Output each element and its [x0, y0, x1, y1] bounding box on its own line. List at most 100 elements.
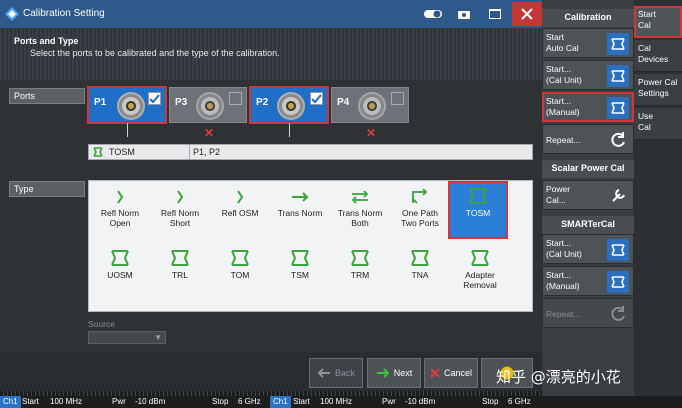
cal-type-refl-norm-open[interactable]: Refl Norm Open — [92, 185, 148, 239]
source-label: Source — [88, 319, 115, 329]
tsm-icon — [291, 250, 309, 266]
port-checkbox[interactable] — [148, 92, 161, 105]
watermark: 知乎 @漂亮的小花 — [496, 368, 621, 386]
port-label: P1 — [94, 97, 107, 108]
tosm-icon — [469, 188, 487, 204]
adapter-removal-icon — [471, 250, 489, 266]
refresh-icon — [607, 129, 629, 151]
selected-cal-summary: TOSM P1, P2 — [88, 144, 533, 160]
page-subtitle: Select the ports to be calibrated and th… — [30, 48, 280, 58]
chevron-down-icon: ▼ — [154, 333, 162, 342]
smarter-start-cal-unit-button[interactable]: Start... (Cal Unit) — [542, 234, 634, 264]
power-level: -10 dBm — [135, 397, 166, 406]
type-label: Type — [9, 181, 85, 197]
connector-icon — [117, 92, 145, 120]
power-cal-button[interactable]: Power Cal... — [542, 180, 634, 210]
tosm-icon — [93, 147, 103, 157]
checkmark-icon — [311, 94, 322, 104]
connector-icon — [277, 92, 305, 120]
port-p1[interactable]: P1 — [87, 86, 167, 124]
cal-unit-icon — [607, 65, 629, 87]
cal-type-uosm[interactable]: UOSM — [92, 245, 148, 299]
port-cable — [127, 123, 128, 137]
cancel-button[interactable]: Cancel — [424, 358, 478, 388]
smarter-repeat-button[interactable]: Repeat... — [542, 298, 634, 328]
wrench-icon — [607, 185, 629, 207]
window-title: Calibration Setting — [23, 8, 105, 19]
cal-type-refl-norm-short[interactable]: Refl Norm Short — [152, 185, 208, 239]
cal-type-tosm[interactable]: TOSM — [448, 181, 508, 239]
ports-label: Ports — [9, 88, 85, 104]
port-label: P2 — [256, 97, 269, 108]
source-select[interactable]: ▼ — [88, 331, 166, 344]
cal-type-trans-norm-both[interactable]: Trans Norm Both — [332, 185, 388, 239]
cal-type-trans-norm[interactable]: Trans Norm — [272, 185, 328, 239]
scalar-power-cal-header: Scalar Power Cal — [542, 160, 634, 178]
cal-type-one-path-two-ports[interactable]: One Path Two Ports — [392, 185, 448, 239]
port-checkbox[interactable] — [229, 92, 242, 105]
refresh-icon — [607, 303, 629, 325]
trl-icon — [171, 250, 189, 266]
port-label: P3 — [175, 97, 188, 108]
maximize-icon — [489, 9, 501, 19]
unconnected-x-icon: ✕ — [366, 126, 377, 140]
back-button[interactable]: Back — [309, 358, 363, 388]
next-button[interactable]: Next — [367, 358, 421, 388]
port-checkbox[interactable] — [310, 92, 323, 105]
channel-badge: Ch1 — [0, 396, 21, 408]
checkmark-icon — [149, 94, 160, 104]
cal-type-tna[interactable]: TNA — [392, 245, 448, 299]
cal-type-tsm[interactable]: TSM — [272, 245, 328, 299]
arrow-left-icon — [317, 368, 330, 378]
start-auto-cal-button[interactable]: Start Auto Cal — [542, 28, 634, 58]
tab-cal-devices[interactable]: Cal Devices — [634, 40, 682, 72]
tab-use-cal[interactable]: Use Cal — [634, 108, 682, 140]
port-p4[interactable]: P4 — [331, 87, 409, 123]
summary-ports: P1, P2 — [193, 147, 221, 157]
manual-wrench-icon — [607, 271, 629, 293]
screenshot-button[interactable] — [451, 4, 477, 24]
cal-type-tom[interactable]: TOM — [212, 245, 268, 299]
repeat-button[interactable]: Repeat... — [542, 124, 634, 154]
page-title: Ports and Type — [14, 36, 79, 46]
smarter-start-manual-button[interactable]: Start... (Manual) — [542, 266, 634, 296]
refl-short-icon — [177, 190, 184, 204]
start-manual-button[interactable]: Start... (Manual) — [542, 92, 634, 122]
summary-type: TOSM — [109, 147, 135, 157]
tom-icon — [231, 250, 249, 266]
calibration-header: Calibration — [542, 9, 634, 27]
trans-norm-icon — [292, 192, 309, 202]
start-frequency: 100 MHz — [320, 397, 353, 406]
connector-icon — [358, 92, 386, 120]
refl-open-icon — [117, 190, 124, 204]
manual-wrench-icon — [607, 97, 629, 119]
camera-icon — [458, 11, 470, 19]
auto-cal-icon — [607, 33, 629, 55]
cal-type-refl-osm[interactable]: Refl OSM — [212, 185, 268, 239]
power-level: -10 dBm — [405, 397, 436, 406]
tab-start-cal[interactable]: Start Cal — [634, 6, 682, 38]
close-icon — [521, 8, 533, 20]
cal-type-trm[interactable]: TRM — [332, 245, 388, 299]
title-bar: Calibration Setting — [0, 0, 542, 28]
channel-badge: Ch1 — [270, 396, 291, 408]
one-path-icon — [412, 189, 428, 204]
smartercal-header: SMARTerCal — [542, 216, 634, 234]
tab-power-cal-settings[interactable]: Power Cal Settings — [634, 74, 682, 106]
cal-type-trl[interactable]: TRL — [152, 245, 208, 299]
port-checkbox[interactable] — [391, 92, 404, 105]
start-cal-unit-button[interactable]: Start... (Cal Unit) — [542, 60, 634, 90]
unconnected-x-icon: ✕ — [204, 126, 215, 140]
tna-icon — [411, 250, 429, 266]
close-button[interactable] — [512, 2, 542, 26]
toggle-button[interactable] — [420, 4, 446, 24]
port-label: P4 — [337, 97, 350, 108]
port-p2[interactable]: P2 — [249, 86, 329, 124]
port-cable — [289, 123, 290, 137]
cal-type-adapter-removal[interactable]: Adapter Removal — [452, 245, 508, 299]
start-frequency: 100 MHz — [50, 397, 83, 406]
trans-both-icon — [351, 190, 369, 204]
connector-icon — [196, 92, 224, 120]
port-p3[interactable]: P3 — [169, 87, 247, 123]
maximize-button[interactable] — [482, 4, 508, 24]
